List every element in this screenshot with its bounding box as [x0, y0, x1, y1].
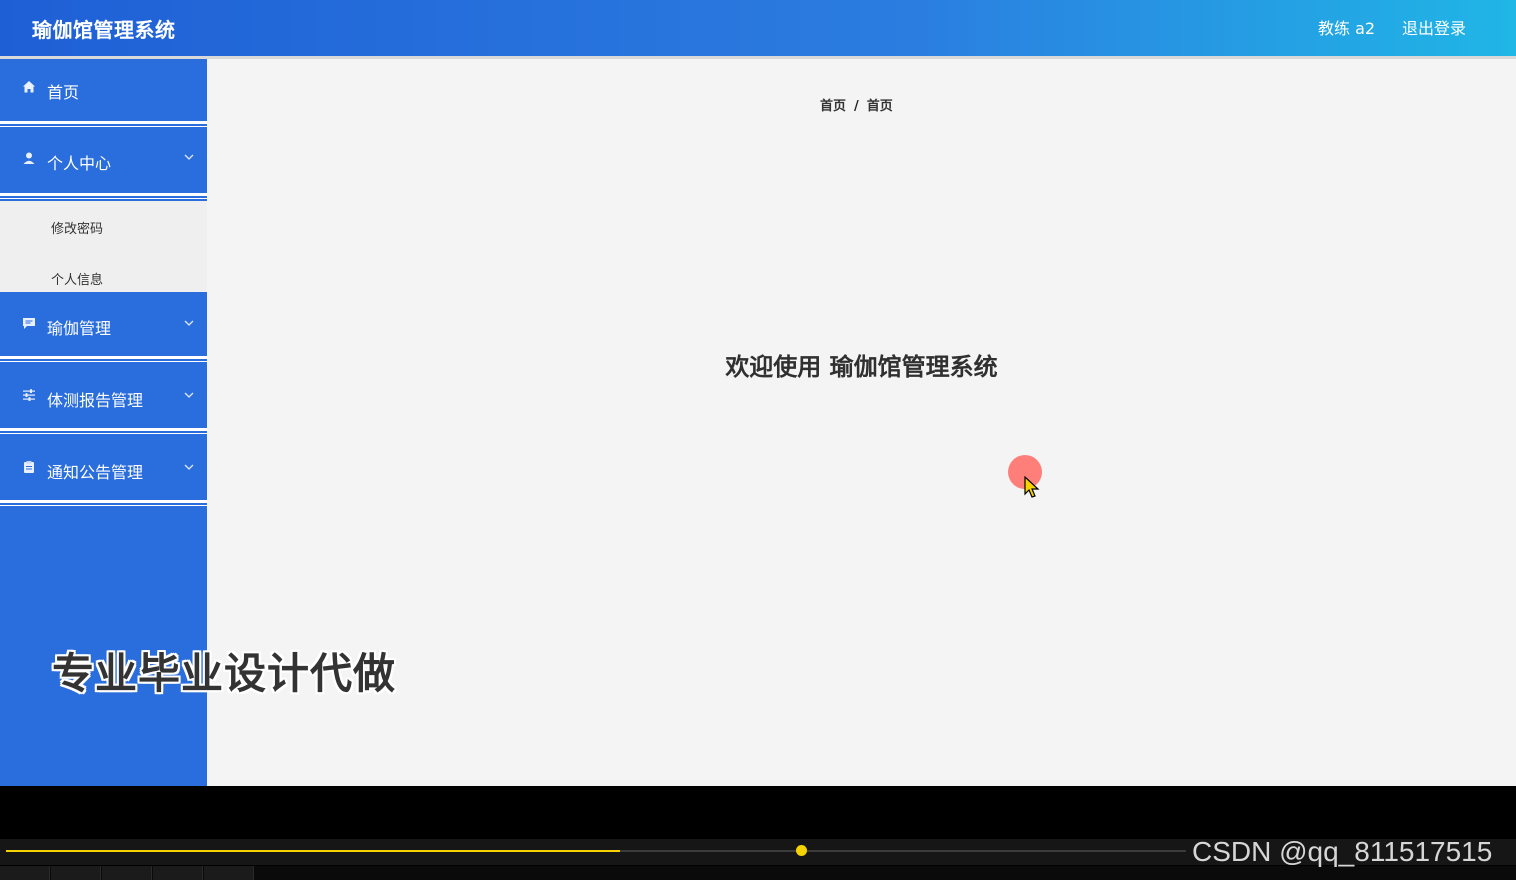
- app-header: 瑜伽馆管理系统 教练 a2 退出登录: [0, 0, 1516, 56]
- sidebar-item-label: 通知公告管理: [47, 463, 144, 482]
- sliders-icon: [22, 388, 36, 406]
- chevron-down-icon: [184, 317, 194, 330]
- app-title: 瑜伽馆管理系统: [32, 18, 176, 42]
- sidebar-item-home[interactable]: 首页: [0, 59, 207, 121]
- sidebar-lower: 瑜伽管理 体测报告管理 通知公告管理: [0, 292, 207, 786]
- seek-progress: [6, 850, 620, 852]
- menu-divider: [0, 193, 207, 196]
- menu-divider: [0, 505, 207, 506]
- menu-divider: [0, 356, 207, 359]
- submenu-item-personal-info[interactable]: 个人信息: [51, 269, 103, 288]
- breadcrumb-home[interactable]: 首页: [820, 99, 846, 114]
- breadcrumb: 首页 / 首页: [820, 95, 893, 114]
- home-icon: [22, 80, 36, 98]
- user-icon: [22, 151, 36, 169]
- menu-divider: [0, 121, 207, 124]
- credit-watermark: CSDN @qq_811517515: [1192, 836, 1493, 867]
- menu-divider: [0, 428, 207, 431]
- sidebar-item-label: 个人中心: [47, 154, 112, 173]
- logout-link[interactable]: 退出登录: [1402, 15, 1466, 39]
- sidebar-item-label: 首页: [47, 83, 80, 102]
- thumbnail[interactable]: [51, 866, 101, 880]
- chevron-down-icon: [184, 461, 194, 474]
- chevron-down-icon: [184, 151, 194, 164]
- sidebar-item-notices[interactable]: 通知公告管理: [0, 434, 207, 500]
- personal-center-submenu: 修改密码 个人信息: [0, 201, 207, 292]
- sidebar-item-label: 体测报告管理: [47, 391, 144, 410]
- breadcrumb-separator: /: [854, 99, 859, 114]
- mouse-cursor-icon: [1024, 476, 1040, 498]
- seek-handle[interactable]: [796, 845, 807, 856]
- breadcrumb-current: 首页: [866, 99, 893, 114]
- menu-divider: [0, 500, 207, 503]
- thumbnail[interactable]: [153, 866, 203, 880]
- main-content: 首页 / 首页 欢迎使用 瑜伽馆管理系统: [207, 59, 1516, 786]
- sidebar-item-yoga-management[interactable]: 瑜伽管理: [0, 292, 207, 356]
- current-user: 教练 a2: [1318, 19, 1376, 38]
- thumbnail[interactable]: [102, 866, 152, 880]
- thumbnail[interactable]: [0, 866, 50, 880]
- chevron-down-icon: [184, 389, 194, 402]
- welcome-message: 欢迎使用 瑜伽馆管理系统: [725, 353, 998, 381]
- chat-icon: [22, 316, 36, 334]
- submenu-item-change-password[interactable]: 修改密码: [51, 218, 103, 237]
- sidebar-item-body-test-reports[interactable]: 体测报告管理: [0, 362, 207, 428]
- thumbnail[interactable]: [204, 866, 254, 880]
- clipboard-icon: [22, 460, 36, 478]
- sidebar-item-label: 瑜伽管理: [47, 319, 112, 338]
- sidebar-item-personal-center[interactable]: 个人中心: [0, 127, 207, 193]
- menu-divider: [0, 198, 207, 199]
- watermark-text: 专业毕业设计代做: [52, 649, 397, 698]
